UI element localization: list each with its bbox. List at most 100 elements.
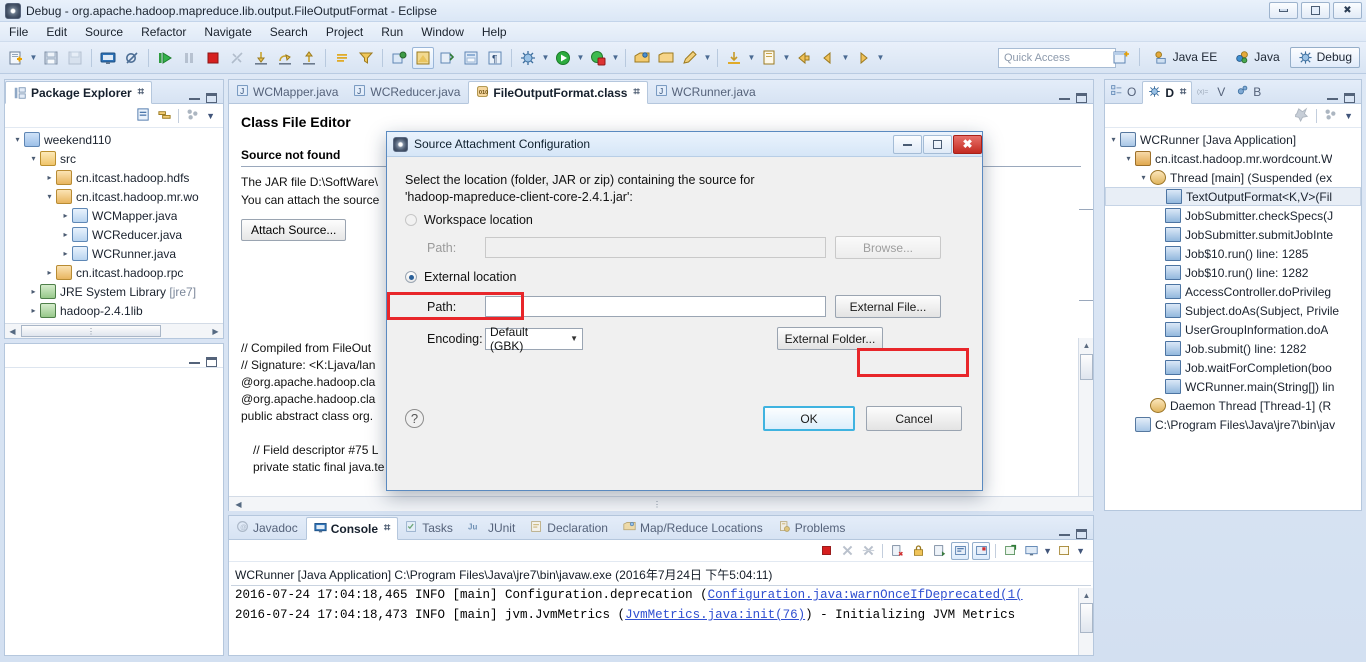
menu-project[interactable]: Project xyxy=(317,24,372,40)
forward-icon[interactable] xyxy=(852,47,874,69)
tree-item[interactable]: C:\Program Files\Java\jre7\bin\jav xyxy=(1105,415,1361,434)
tree-item[interactable]: ▸ cn.itcast.hadoop.rpc xyxy=(5,263,223,282)
tree-item[interactable]: AccessController.doPrivileg xyxy=(1105,282,1361,301)
tree-item[interactable]: ▾ WCRunner [Java Application] xyxy=(1105,130,1361,149)
tree-item[interactable]: Subject.doAs(Subject, Privile xyxy=(1105,301,1361,320)
tree-item[interactable]: ▸ cn.itcast.hadoop.hdfs xyxy=(5,168,223,187)
save-icon[interactable] xyxy=(40,47,62,69)
maximize-view-icon[interactable] xyxy=(206,93,217,103)
minimize-view-icon[interactable] xyxy=(1059,533,1070,536)
tree-item[interactable]: Job.submit() line: 1282 xyxy=(1105,339,1361,358)
drop-to-frame-icon[interactable] xyxy=(331,47,353,69)
twisty-collapsed-icon[interactable]: ▸ xyxy=(59,230,72,239)
perspective-debug[interactable]: Debug xyxy=(1289,46,1360,68)
bottom-tab-problems[interactable]: Problems xyxy=(771,516,854,539)
console-line-link[interactable]: Configuration.java:warnOnceIfDeprecated(… xyxy=(708,588,1023,602)
dialog-minimize-button[interactable] xyxy=(893,134,922,154)
bottom-tab-close-icon[interactable]: ⌗ xyxy=(384,522,390,535)
twisty-collapsed-icon[interactable]: ▸ xyxy=(43,173,56,182)
bottom-tab-javadoc[interactable]: @ Javadoc xyxy=(229,516,306,539)
back-dropdown-icon[interactable]: ▼ xyxy=(840,47,851,69)
ok-button[interactable]: OK xyxy=(763,406,855,431)
new-wizard-dropdown-icon[interactable]: ▼ xyxy=(28,47,39,69)
perspective-java[interactable]: Java xyxy=(1227,47,1287,68)
external-path-input[interactable] xyxy=(485,296,826,317)
workspace-location-radio[interactable] xyxy=(405,214,417,226)
save-all-icon[interactable] xyxy=(64,47,86,69)
bottom-tab-map-reduce-locations[interactable]: Map/Reduce Locations xyxy=(616,516,771,539)
view-menu-dots-icon[interactable] xyxy=(185,107,200,125)
console-vscrollbar[interactable]: ▲ xyxy=(1078,588,1093,655)
editor-tab-wcrunner-java[interactable]: J WCRunner.java xyxy=(648,80,764,103)
menu-navigate[interactable]: Navigate xyxy=(195,24,260,40)
twisty-collapsed-icon[interactable]: ▸ xyxy=(27,287,40,296)
tree-item[interactable]: ▾ src xyxy=(5,149,223,168)
menu-run[interactable]: Run xyxy=(372,24,412,40)
menu-source[interactable]: Source xyxy=(76,24,132,40)
new-java-project-icon[interactable] xyxy=(388,47,410,69)
maximize-view-icon[interactable] xyxy=(1076,529,1087,539)
new-wizard-icon[interactable] xyxy=(5,47,27,69)
twisty-expanded-icon[interactable]: ▾ xyxy=(1137,173,1150,182)
new-console-view-icon[interactable] xyxy=(1001,542,1019,560)
console-line-link[interactable]: JvmMetrics.java:init(76) xyxy=(625,608,805,622)
clear-console-icon[interactable] xyxy=(888,542,906,560)
minimize-view-icon[interactable] xyxy=(1327,97,1338,100)
minimize-view-icon[interactable] xyxy=(189,361,200,364)
close-button[interactable]: ✖ xyxy=(1333,2,1362,19)
cancel-button[interactable]: Cancel xyxy=(866,406,962,431)
chevron-down-icon[interactable]: ▼ xyxy=(570,334,578,343)
help-icon[interactable]: ? xyxy=(405,409,424,428)
tree-item[interactable]: UserGroupInformation.doA xyxy=(1105,320,1361,339)
run-dropdown-icon[interactable]: ▼ xyxy=(575,47,586,69)
clear-terminated-icon[interactable] xyxy=(1293,106,1310,125)
tree-item[interactable]: ▾ cn.itcast.hadoop.mr.wordcount.W xyxy=(1105,149,1361,168)
debug-tab-outline[interactable]: O xyxy=(1105,80,1142,103)
debug-tab-breakpoints[interactable]: B xyxy=(1231,80,1267,103)
bottom-tab-declaration[interactable]: Declaration xyxy=(523,516,616,539)
twisty-expanded-icon[interactable]: ▾ xyxy=(1122,154,1135,163)
editor-vscrollbar[interactable]: ▲ ▼ xyxy=(1078,338,1093,511)
maximize-view-icon[interactable] xyxy=(1344,93,1355,103)
quick-access-input[interactable]: Quick Access xyxy=(998,48,1116,68)
edit-pencil-icon[interactable] xyxy=(679,47,701,69)
workspace-location-row[interactable]: Workspace location xyxy=(405,213,964,227)
twisty-expanded-icon[interactable]: ▾ xyxy=(43,192,56,201)
twisty-expanded-icon[interactable]: ▾ xyxy=(11,135,24,144)
annotation-icon[interactable] xyxy=(758,47,780,69)
external-tools-dropdown-icon[interactable]: ▼ xyxy=(610,47,621,69)
tree-item[interactable]: ▾ weekend110 xyxy=(5,130,223,149)
terminate-icon[interactable] xyxy=(202,47,224,69)
open-type-icon[interactable] xyxy=(436,47,458,69)
open-perspective-icon[interactable] xyxy=(1110,46,1132,68)
external-location-radio[interactable] xyxy=(405,271,417,283)
tree-item[interactable]: Job$10.run() line: 1285 xyxy=(1105,244,1361,263)
maximize-view-icon[interactable] xyxy=(1076,93,1087,103)
step-into-icon[interactable] xyxy=(250,47,272,69)
menu-refactor[interactable]: Refactor xyxy=(132,24,195,40)
minimize-button[interactable] xyxy=(1269,2,1298,19)
display-selected-console-icon[interactable] xyxy=(951,541,970,560)
display-console-icon[interactable] xyxy=(1022,542,1040,560)
debug-launch-icon[interactable] xyxy=(517,47,539,69)
bottom-tab-tasks[interactable]: Tasks xyxy=(398,516,461,539)
tree-item[interactable]: ▾ Thread [main] (Suspended (ex xyxy=(1105,168,1361,187)
maximize-view-icon[interactable] xyxy=(206,357,217,367)
twisty-collapsed-icon[interactable]: ▸ xyxy=(59,211,72,220)
debug-stack-tree[interactable]: ▾ WCRunner [Java Application] ▾ cn.itcast.h… xyxy=(1105,128,1361,434)
dialog-close-button[interactable]: ✖ xyxy=(953,134,982,154)
tree-item[interactable]: ▾ cn.itcast.hadoop.mr.wo xyxy=(5,187,223,206)
editor-tab-close-icon[interactable]: ⌗ xyxy=(633,86,639,99)
pin-console-icon[interactable] xyxy=(930,542,948,560)
editor-hscrollbar[interactable]: ◀ ⋮ xyxy=(229,496,1093,511)
open-declaration-icon[interactable]: ¶ xyxy=(484,47,506,69)
download-icon[interactable] xyxy=(723,47,745,69)
open-type-hierarchy-icon[interactable] xyxy=(631,47,653,69)
debug-tab-debug[interactable]: D ⌗ xyxy=(1142,81,1193,104)
restore-button[interactable] xyxy=(1301,2,1330,19)
debug-dropdown-icon[interactable]: ▼ xyxy=(540,47,551,69)
run-launch-icon[interactable] xyxy=(552,47,574,69)
tree-item[interactable]: ▸ JRE System Library [jre7] xyxy=(5,282,223,301)
annotation-dropdown-icon[interactable]: ▼ xyxy=(781,47,792,69)
scroll-up-icon[interactable]: ▲ xyxy=(1080,589,1093,602)
